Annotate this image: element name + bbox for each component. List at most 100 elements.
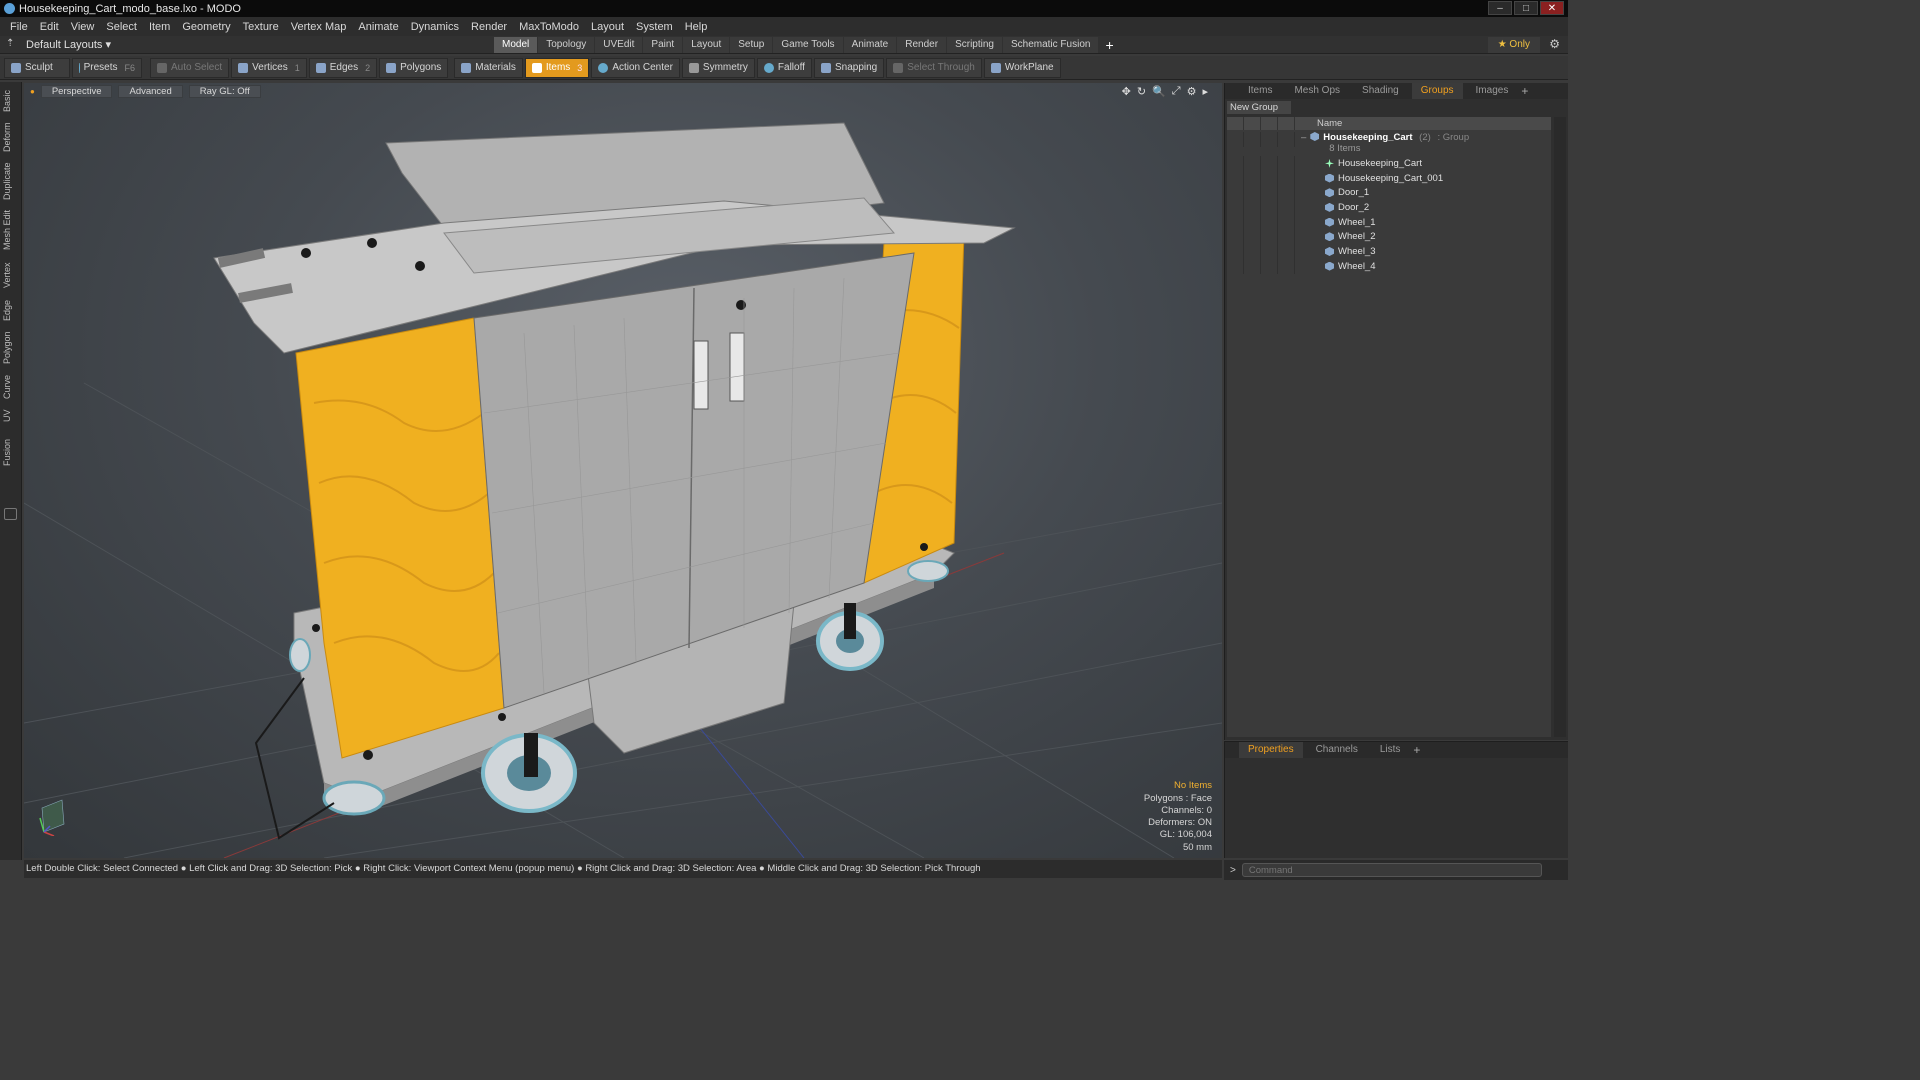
menu-help[interactable]: Help — [679, 21, 714, 33]
pan-icon[interactable]: ✥ — [1122, 85, 1131, 98]
add-props-tab-button[interactable]: + — [1413, 743, 1420, 757]
tab-uvedit[interactable]: UVEdit — [595, 37, 643, 53]
tree-scrollbar[interactable] — [1554, 117, 1566, 737]
toggle-panel-icon[interactable] — [4, 508, 17, 520]
render-column-icon[interactable] — [1261, 117, 1278, 130]
tree-item[interactable]: Wheel_4 — [1227, 258, 1551, 274]
menu-view[interactable]: View — [65, 21, 101, 33]
menu-file[interactable]: File — [4, 21, 34, 33]
tree-item[interactable]: Door_1 — [1227, 185, 1551, 201]
sculpt-button[interactable]: Sculpt — [4, 57, 70, 78]
tab-properties[interactable]: Properties — [1239, 742, 1303, 758]
tab-animate[interactable]: Animate — [843, 37, 897, 53]
menu-system[interactable]: System — [630, 21, 679, 33]
tab-duplicate[interactable]: Duplicate — [2, 158, 20, 204]
polygons-button[interactable]: Polygons — [379, 57, 449, 78]
menu-render[interactable]: Render — [465, 21, 513, 33]
visibility-column-icon[interactable] — [1227, 117, 1244, 130]
tree-item[interactable]: Wheel_3 — [1227, 244, 1551, 259]
action-center-button[interactable]: Action Center — [591, 57, 680, 78]
snapping-button[interactable]: Snapping — [813, 57, 885, 78]
view-mode-button[interactable]: Perspective — [40, 84, 113, 98]
falloff-button[interactable]: Falloff — [756, 57, 812, 78]
properties-panel: Properties Channels Lists + — [1224, 741, 1568, 858]
viewport-menu-icon[interactable]: ● — [30, 87, 35, 96]
menu-texture[interactable]: Texture — [237, 21, 285, 33]
group-row[interactable]: – Housekeeping_Cart (2) : Group 8 Items — [1227, 130, 1551, 156]
lock-column-icon[interactable] — [1244, 117, 1261, 130]
shading-mode-button[interactable]: Advanced — [118, 84, 183, 98]
tab-lists[interactable]: Lists — [1371, 742, 1410, 758]
gear-icon[interactable]: ⚙ — [1549, 37, 1560, 51]
rotate-icon[interactable]: ↻ — [1137, 85, 1146, 98]
menu-vertex-map[interactable]: Vertex Map — [285, 21, 353, 33]
viewport-expand-icon[interactable]: ▸ — [1202, 85, 1208, 98]
menu-animate[interactable]: Animate — [352, 21, 404, 33]
tab-model[interactable]: Model — [494, 37, 538, 53]
tree-item[interactable]: Door_2 — [1227, 200, 1551, 215]
tab-schematic-fusion[interactable]: Schematic Fusion — [1002, 37, 1099, 53]
raygl-button[interactable]: Ray GL: Off — [188, 84, 261, 98]
tab-items[interactable]: Items — [1239, 83, 1281, 99]
edges-button[interactable]: Edges 2 — [308, 57, 378, 78]
vertices-button[interactable]: Vertices 1 — [231, 57, 307, 78]
menu-edit[interactable]: Edit — [34, 21, 65, 33]
name-column-header[interactable]: Name — [1295, 118, 1342, 129]
tab-deform[interactable]: Deform — [2, 120, 20, 154]
tab-mesh-edit[interactable]: Mesh Edit — [2, 208, 20, 252]
menu-select[interactable]: Select — [100, 21, 143, 33]
layout-up-icon[interactable]: ⇡ — [6, 38, 14, 49]
maximize-viewport-icon[interactable]: ⤢ — [1172, 85, 1181, 98]
command-input[interactable] — [1241, 863, 1542, 877]
symmetry-button[interactable]: Symmetry — [681, 57, 755, 78]
tab-setup[interactable]: Setup — [730, 37, 773, 53]
maximize-button[interactable]: □ — [1514, 1, 1538, 15]
menu-geometry[interactable]: Geometry — [176, 21, 236, 33]
only-toggle[interactable]: ★ Only — [1487, 37, 1540, 53]
collapse-icon[interactable]: – — [1301, 132, 1306, 143]
materials-button[interactable]: Materials — [454, 57, 523, 78]
auto-select-button[interactable]: Auto Select — [150, 57, 230, 78]
tree-item[interactable]: Wheel_1 — [1227, 214, 1551, 230]
menu-dynamics[interactable]: Dynamics — [405, 21, 465, 33]
layout-dropdown[interactable]: Default Layouts ▾ — [26, 38, 146, 51]
presets-button[interactable]: Presets F6 — [72, 57, 142, 78]
tab-shading[interactable]: Shading — [1353, 83, 1408, 99]
select-column-icon[interactable] — [1278, 117, 1295, 130]
tab-paint[interactable]: Paint — [643, 37, 683, 53]
tab-topology[interactable]: Topology — [538, 37, 595, 53]
tree-item[interactable]: Housekeeping_Cart_001 — [1227, 170, 1551, 186]
tab-render[interactable]: Render — [897, 37, 947, 53]
command-arrow-icon[interactable]: > — [1230, 865, 1236, 876]
tab-channels[interactable]: Channels — [1307, 742, 1367, 758]
add-panel-tab-button[interactable]: + — [1521, 84, 1528, 98]
tab-polygon[interactable]: Polygon — [2, 328, 20, 368]
items-button[interactable]: Items 3 — [524, 57, 590, 78]
workplane-button[interactable]: WorkPlane — [983, 57, 1061, 78]
zoom-icon[interactable]: 🔍 — [1152, 85, 1166, 98]
menu-layout[interactable]: Layout — [585, 21, 630, 33]
tree-item[interactable]: Housekeeping_Cart — [1227, 156, 1551, 171]
add-tab-button[interactable]: + — [1105, 37, 1113, 53]
tab-game-tools[interactable]: Game Tools — [773, 37, 843, 53]
menu-item[interactable]: Item — [143, 21, 176, 33]
tab-uv[interactable]: UV — [2, 406, 20, 426]
tab-vertex[interactable]: Vertex — [2, 258, 20, 292]
close-button[interactable]: ✕ — [1540, 1, 1564, 15]
tab-fusion[interactable]: Fusion — [2, 434, 20, 470]
tab-groups[interactable]: Groups — [1411, 83, 1463, 99]
select-through-button[interactable]: Select Through — [886, 57, 982, 78]
tab-mesh-ops[interactable]: Mesh Ops — [1285, 83, 1349, 99]
minimize-button[interactable]: – — [1488, 1, 1512, 15]
new-group-button[interactable]: New Group — [1227, 101, 1291, 114]
tab-edge[interactable]: Edge — [2, 296, 20, 324]
tab-layout[interactable]: Layout — [683, 37, 730, 53]
tree-item[interactable]: Wheel_2 — [1227, 229, 1551, 245]
menu-maxtomodo[interactable]: MaxToModo — [513, 21, 585, 33]
tab-scripting[interactable]: Scripting — [947, 37, 1002, 53]
viewport-settings-icon[interactable]: ⚙ — [1187, 85, 1197, 98]
tab-basic[interactable]: Basic — [2, 86, 20, 116]
tab-curve[interactable]: Curve — [2, 372, 20, 402]
tab-images[interactable]: Images — [1467, 83, 1518, 99]
3d-viewport[interactable]: ● Perspective Advanced Ray GL: Off ✥ ↻ 🔍… — [24, 83, 1222, 858]
